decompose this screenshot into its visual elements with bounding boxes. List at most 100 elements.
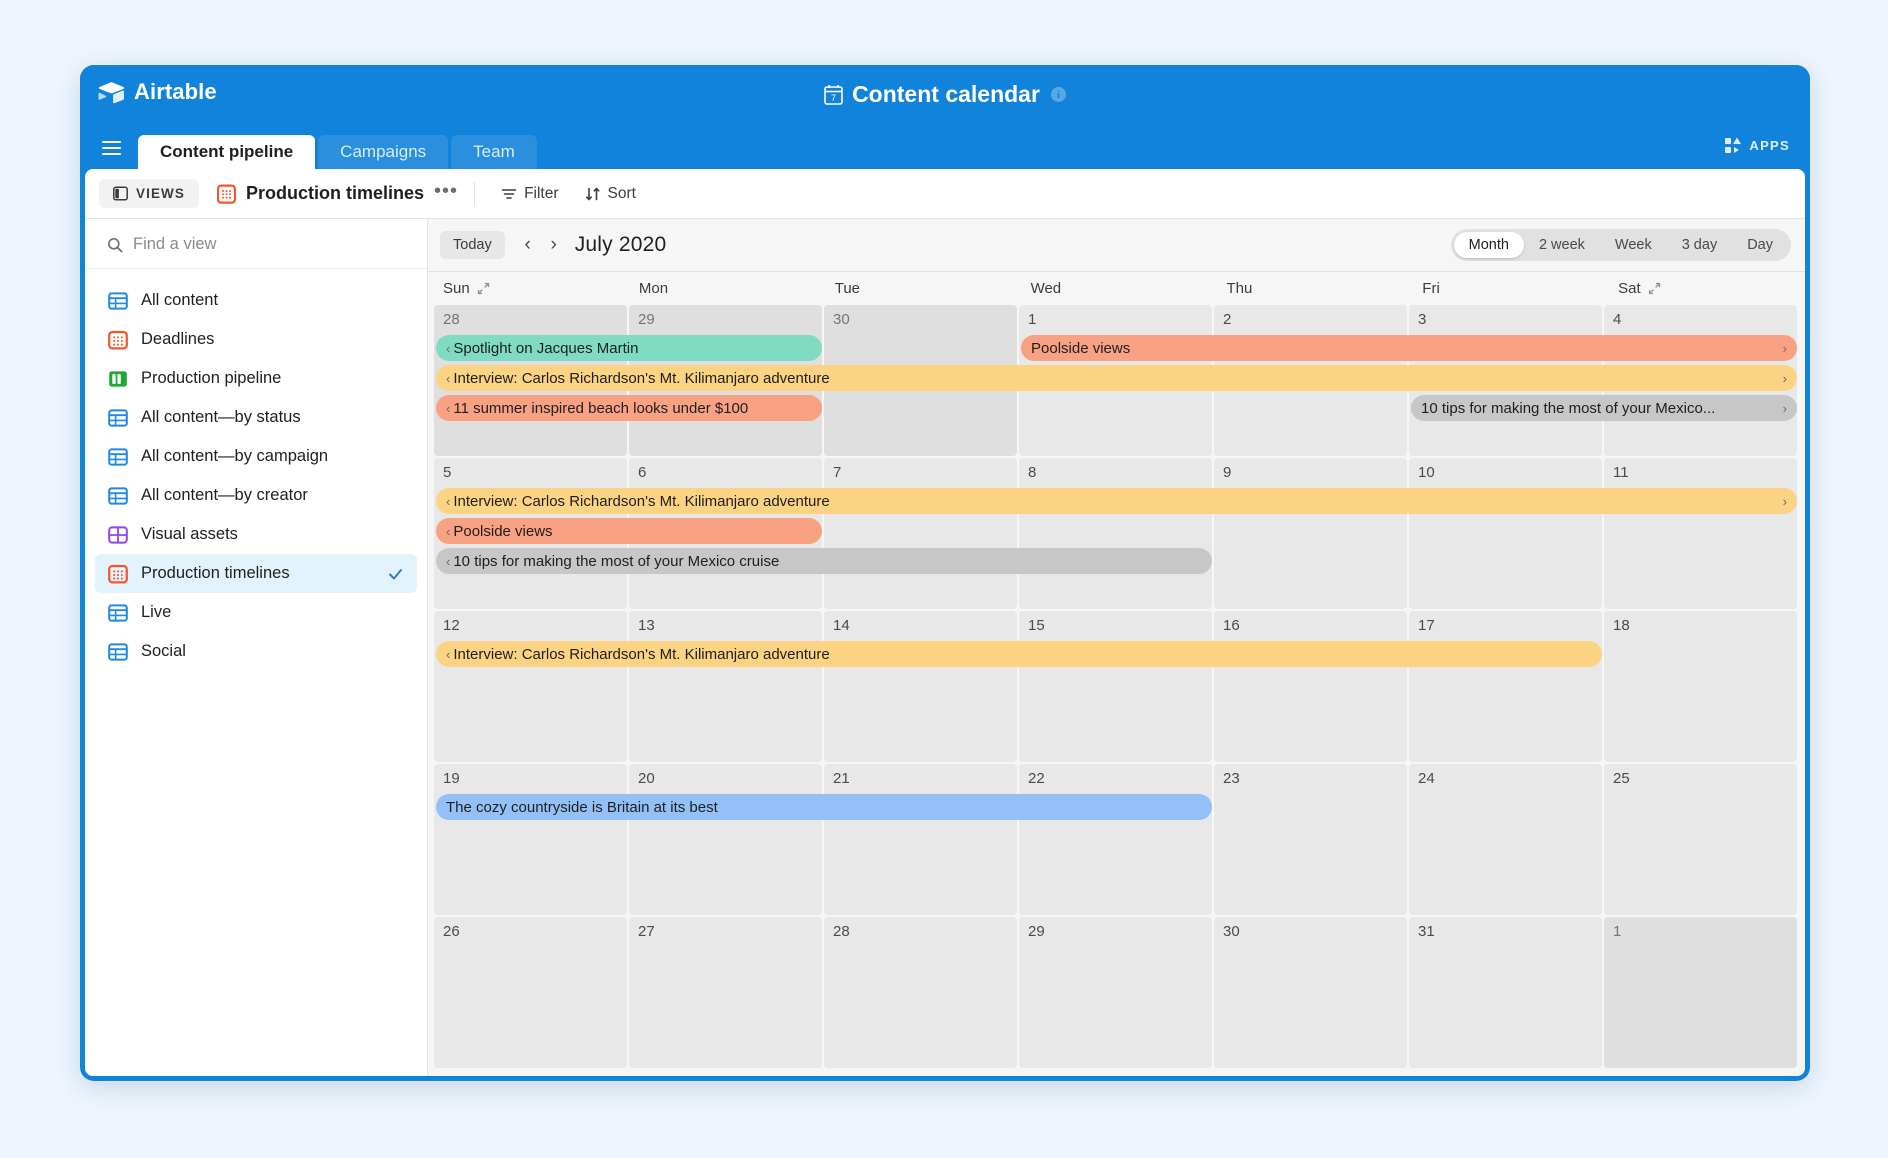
event-title: 11 summer inspired beach looks under $10… [453, 399, 749, 417]
day-of-week-header: Sun Mon Tue Wed Thu Fri Sat [428, 271, 1805, 305]
calendar-event[interactable]: ‹ 10 tips for making the most of your Mex… [436, 548, 1212, 574]
prev-month-button[interactable]: ‹ [517, 232, 539, 258]
calendar-day-cell[interactable]: 20 [629, 764, 822, 915]
calendar-day-cell[interactable]: 15 [1019, 611, 1212, 762]
day-number: 2 [1223, 311, 1232, 328]
views-button[interactable]: VIEWS [99, 179, 200, 208]
range-option-3-day[interactable]: 3 day [1667, 232, 1732, 258]
expand-diagonal-icon[interactable] [1648, 282, 1661, 295]
calendar-day-cell[interactable]: 27 [629, 917, 822, 1068]
sidebar-item-production-timelines[interactable]: Production timelines [95, 554, 417, 593]
range-option-day[interactable]: Day [1732, 232, 1788, 258]
day-number: 28 [443, 311, 460, 328]
calendar-day-cell[interactable]: 24 [1409, 764, 1602, 915]
day-number: 8 [1028, 464, 1037, 481]
current-view[interactable]: Production timelines ••• [217, 181, 458, 204]
day-number: 17 [1418, 617, 1435, 634]
calendar-day-cell[interactable]: 14 [824, 611, 1017, 762]
day-header-wed: Wed [1022, 280, 1218, 297]
calendar-day-cell[interactable]: 18 [1604, 611, 1797, 762]
grid-view-icon [108, 603, 128, 622]
range-option-2-week[interactable]: 2 week [1524, 232, 1600, 258]
calendar-week-row: 5 6 7 8 9 10 11 ‹ Interview: Carlos Richardson's… [434, 458, 1799, 609]
chevron-left-icon: ‹ [446, 553, 451, 569]
calendar-weeks: 28 29 30 1 2 3 4 ‹ Spotlight on Jacques Martin ‹ I… [428, 305, 1805, 1076]
sidebar-item-label: All content—by status [141, 408, 301, 426]
calendar-event[interactable]: The cozy countryside is Britain at its b… [436, 794, 1212, 820]
calendar-event[interactable]: ‹ Poolside views [436, 518, 822, 544]
chevron-right-icon: › [1782, 340, 1787, 356]
tab-content-pipeline[interactable]: Content pipeline [138, 135, 316, 169]
calendar-day-cell[interactable]: 30 [1214, 917, 1407, 1068]
sidebar-item-all-content-by-creator[interactable]: All content—by creator [95, 476, 417, 515]
filter-label: Filter [524, 184, 559, 202]
day-header-label: Sun [443, 280, 470, 297]
today-button[interactable]: Today [440, 231, 505, 259]
hamburger-menu-icon[interactable] [94, 131, 128, 165]
sidebar-item-deadlines[interactable]: Deadlines [95, 320, 417, 359]
sidebar-item-production-pipeline[interactable]: Production pipeline [95, 359, 417, 398]
current-view-name: Production timelines [246, 183, 425, 203]
search-row [85, 219, 427, 269]
calendar-day-cell[interactable]: 13 [629, 611, 822, 762]
calendar-day-cell[interactable]: 23 [1214, 764, 1407, 915]
next-month-button[interactable]: › [543, 232, 565, 258]
sidebar-item-all-content-by-status[interactable]: All content—by status [95, 398, 417, 437]
calendar-event[interactable]: ‹ 11 summer inspired beach looks under $1… [436, 395, 822, 421]
calendar-event[interactable]: ‹ Interview: Carlos Richardson's Mt. Kili… [436, 365, 1797, 391]
calendar-day-cell[interactable]: 1 [1604, 917, 1797, 1068]
calendar-event[interactable]: ‹ Spotlight on Jacques Martin [436, 335, 822, 361]
day-number: 1 [1028, 311, 1037, 328]
calendar-day-cell[interactable]: 28 [824, 917, 1017, 1068]
sidebar-item-all-content[interactable]: All content [95, 281, 417, 320]
search-input[interactable] [133, 235, 405, 254]
calendar-day-cell[interactable]: 16 [1214, 611, 1407, 762]
calendar-day-cell[interactable]: 7 [824, 458, 1017, 609]
calendar-day-cell[interactable]: 10 [1409, 458, 1602, 609]
svg-text:7: 7 [831, 93, 836, 103]
tab-label: Campaigns [340, 142, 427, 161]
calendar-day-cell[interactable]: 12 [434, 611, 627, 762]
calendar-week-row: 19 20 21 22 23 24 25 The cozy countryside is Br… [434, 764, 1799, 915]
sort-button[interactable]: Sort [575, 180, 646, 208]
expand-diagonal-icon[interactable] [477, 282, 490, 295]
sidebar-item-live[interactable]: Live [95, 593, 417, 632]
calendar-day-cell[interactable]: 26 [434, 917, 627, 1068]
calendar-event[interactable]: Poolside views › [1021, 335, 1797, 361]
sidebar-item-label: Visual assets [141, 525, 238, 543]
calendar-event[interactable]: 10 tips for making the most of your Mexi… [1411, 395, 1797, 421]
filter-button[interactable]: Filter [491, 180, 568, 208]
tab-team[interactable]: Team [451, 135, 537, 169]
calendar-event[interactable]: ‹ Interview: Carlos Richardson's Mt. Kili… [436, 488, 1797, 514]
range-option-month[interactable]: Month [1453, 232, 1524, 258]
info-icon[interactable]: i [1050, 87, 1066, 102]
calendar-day-cell[interactable]: 19 [434, 764, 627, 915]
sidebar-item-visual-assets[interactable]: Visual assets [95, 515, 417, 554]
calendar-day-cell[interactable]: 8 [1019, 458, 1212, 609]
calendar-day-cell[interactable]: 21 [824, 764, 1017, 915]
day-header-sat: Sat [1609, 280, 1805, 297]
sidebar-item-social[interactable]: Social [95, 632, 417, 671]
toolbar-divider [474, 181, 476, 206]
apps-button[interactable]: APPS [1725, 137, 1790, 154]
calendar-day-cell[interactable]: 11 [1604, 458, 1797, 609]
calendar-day-cell[interactable]: 9 [1214, 458, 1407, 609]
calendar-day-cell[interactable]: 31 [1409, 917, 1602, 1068]
calendar-day-cell[interactable]: 17 [1409, 611, 1602, 762]
range-option-week[interactable]: Week [1600, 232, 1667, 258]
day-number: 12 [443, 617, 460, 634]
sidebar-item-label: Social [141, 642, 186, 660]
calendar-day-cell[interactable]: 25 [1604, 764, 1797, 915]
view-toolbar: VIEWS Production timelines ••• Filter So… [85, 169, 1805, 219]
sidebar-item-all-content-by-campaign[interactable]: All content—by campaign [95, 437, 417, 476]
day-number: 18 [1613, 617, 1630, 634]
calendar-day-cell[interactable]: 29 [1019, 917, 1212, 1068]
calendar-event[interactable]: ‹ Interview: Carlos Richardson's Mt. Kili… [436, 641, 1602, 667]
side-panel-icon [113, 186, 128, 201]
calendar-nav: ‹ › [517, 232, 565, 258]
calendar-day-cell[interactable]: 22 [1019, 764, 1212, 915]
day-header-label: Mon [638, 280, 669, 297]
view-more-button[interactable]: ••• [434, 181, 458, 202]
tab-campaigns[interactable]: Campaigns [318, 135, 449, 169]
day-header-thu: Thu [1217, 280, 1413, 297]
